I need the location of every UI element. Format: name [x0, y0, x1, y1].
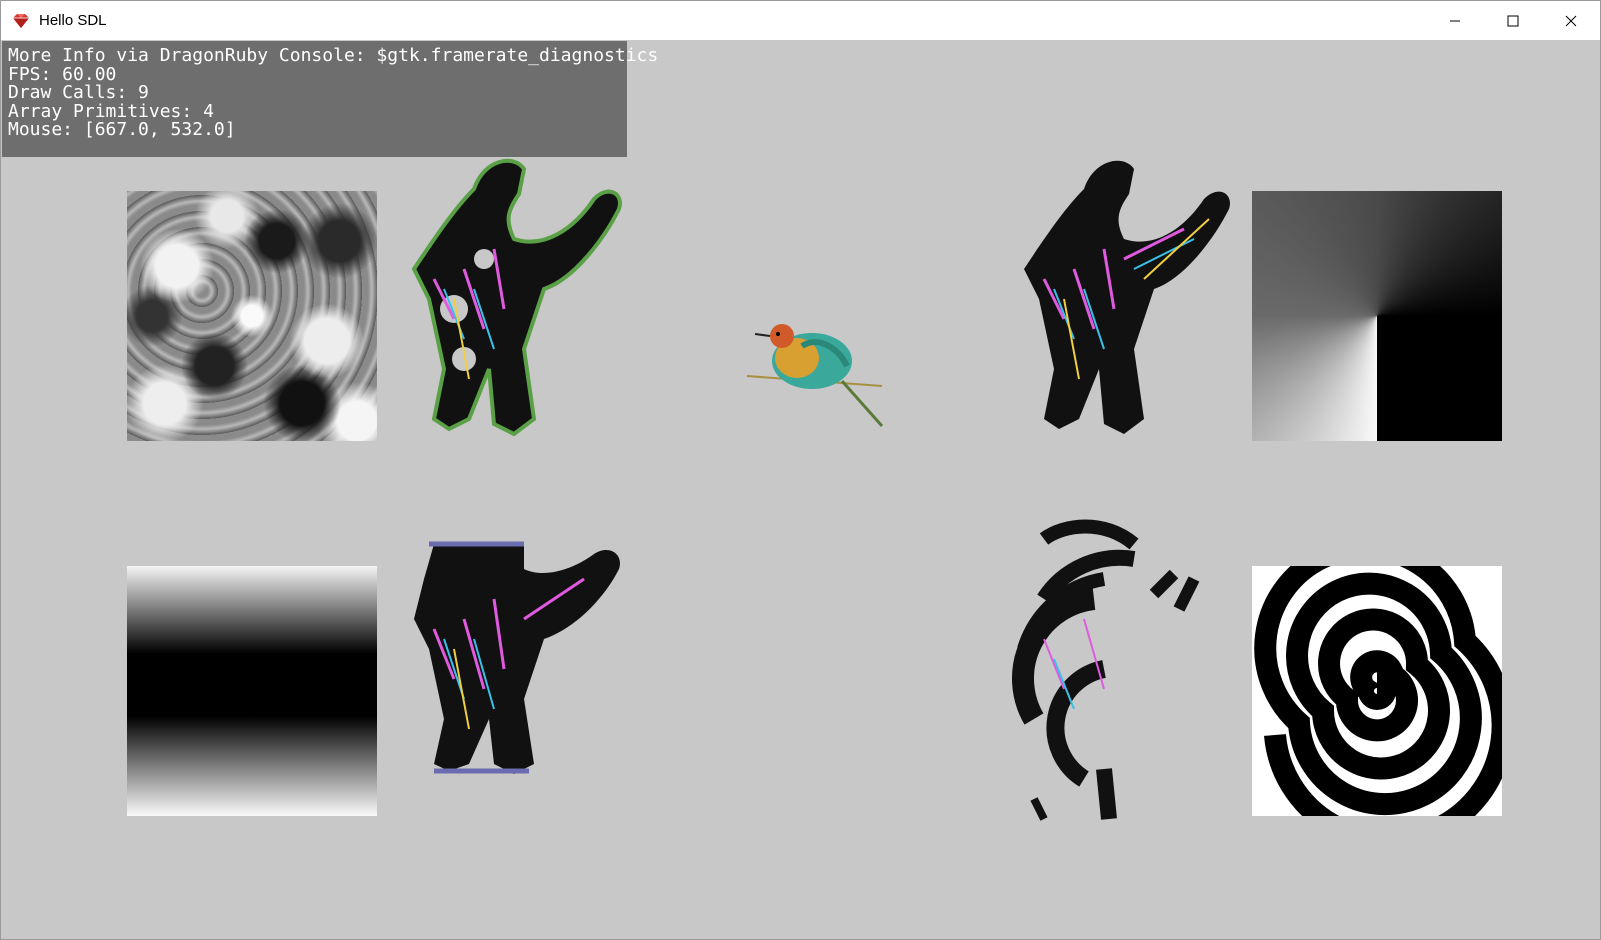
angular-gradient-tile	[1252, 191, 1502, 441]
close-button[interactable]	[1542, 1, 1600, 40]
trex-sprite-angular-masked	[1024, 160, 1230, 434]
spiral-pattern	[1252, 566, 1502, 816]
diagnostics-hint: More Info via DragonRuby Console: $gtk.f…	[8, 45, 659, 66]
minimize-icon	[1450, 20, 1460, 21]
dragonruby-gem-icon	[11, 12, 33, 30]
trex-sprite-band-masked	[414, 541, 620, 774]
trex-sprite-noise-masked	[411, 158, 622, 437]
draw-calls-readout: Draw Calls: 9	[8, 82, 149, 103]
trex-sprite-spiral-masked	[1011, 519, 1200, 821]
framerate-diagnostics-panel: More Info via DragonRuby Console: $gtk.f…	[2, 41, 659, 157]
window-title: Hello SDL	[39, 12, 107, 29]
bird-sprite	[747, 324, 884, 427]
noise-texture-tile	[127, 191, 377, 441]
app-window: Hello SDL More Info via DragonRuby Conso…	[0, 0, 1601, 940]
close-icon	[1565, 15, 1577, 26]
minimize-button[interactable]	[1426, 1, 1484, 40]
spiral-texture-tile	[1252, 566, 1502, 816]
horizontal-band-gradient-tile	[127, 566, 377, 816]
game-viewport[interactable]: More Info via DragonRuby Console: $gtk.f…	[2, 41, 1600, 939]
title-bar[interactable]: Hello SDL	[1, 1, 1600, 40]
mouse-position-readout: Mouse: [667.0, 532.0]	[8, 119, 236, 140]
maximize-button[interactable]	[1484, 1, 1542, 40]
maximize-icon	[1507, 15, 1519, 26]
